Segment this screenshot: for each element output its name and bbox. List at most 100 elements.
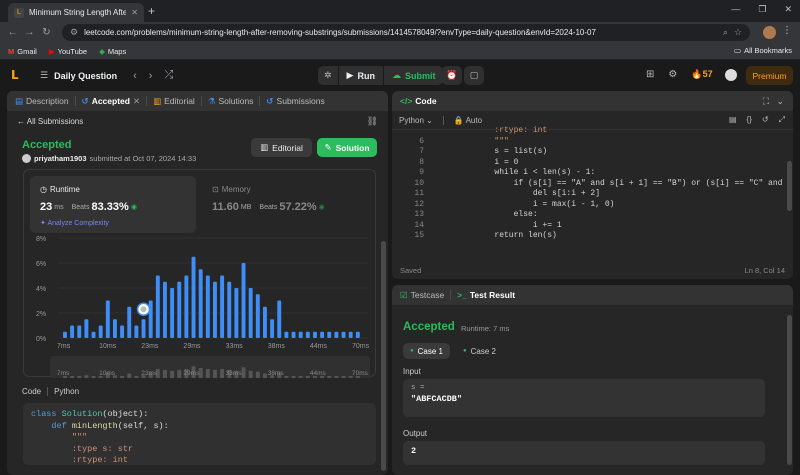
tab-test-result[interactable]: >_ Test Result xyxy=(457,290,515,300)
case-1-tab[interactable]: ● Case 1 xyxy=(403,343,450,359)
streak-counter[interactable]: 🔥57 xyxy=(691,69,712,80)
address-bar-row: ← → ↻ ⚙ leetcode.com/problems/minimum-st… xyxy=(0,22,800,43)
code-line: """ xyxy=(71,432,88,442)
mini-bar xyxy=(91,376,96,378)
bookmark-maps[interactable]: ◆ Maps xyxy=(99,47,126,56)
code-line: class Solution(object): xyxy=(31,409,149,419)
all-bookmarks[interactable]: ▭ All Bookmarks xyxy=(734,46,792,55)
share-link-icon[interactable]: ⛓ xyxy=(367,116,378,127)
tab-accepted[interactable]: ↺ Accepted ✕ xyxy=(82,96,141,107)
layout-icon[interactable]: ⊞ xyxy=(646,69,654,80)
site-info-icon[interactable]: ⚙ xyxy=(70,27,78,38)
editor-scrollbar[interactable] xyxy=(787,161,792,211)
new-tab-icon[interactable]: + xyxy=(148,4,155,18)
test-result-panel: ☑ Testcase >_ Test Result Accepted Runtime… xyxy=(392,285,793,475)
url-field[interactable]: ⚙ leetcode.com/problems/minimum-string-l… xyxy=(62,24,750,41)
braces-icon[interactable]: {} xyxy=(747,115,752,125)
checkbox-icon: ☑ xyxy=(400,289,408,300)
submitted-code[interactable]: class Solution(object): def minLength(se… xyxy=(23,403,376,465)
prev-problem-icon[interactable]: ‹ xyxy=(133,70,137,82)
saved-status: Saved xyxy=(400,265,422,275)
chart-bar xyxy=(191,256,196,338)
bookmark-gmail[interactable]: M Gmail xyxy=(8,47,37,56)
auto-mode-toggle[interactable]: 🔒 Auto xyxy=(454,116,482,125)
username[interactable]: priyatham1903 xyxy=(34,154,87,163)
daily-question-label[interactable]: Daily Question xyxy=(54,71,117,81)
close-tab-icon[interactable]: ✕ xyxy=(133,96,140,107)
case-2-tab[interactable]: ● Case 2 xyxy=(456,343,503,359)
chart-bar xyxy=(141,319,146,338)
profile-avatar[interactable] xyxy=(763,26,776,39)
y-tick-label: 2% xyxy=(36,311,46,318)
close-window-icon[interactable]: ✕ xyxy=(784,4,792,15)
line-number: 9 xyxy=(419,168,424,177)
mini-bar xyxy=(163,369,167,378)
chart-bar xyxy=(348,331,353,338)
notes-button[interactable]: ▢ xyxy=(464,66,484,85)
zoom-icon[interactable]: ⌕ xyxy=(723,27,728,38)
chart-bar xyxy=(170,288,175,338)
bookmark-youtube[interactable]: ▶ YouTube xyxy=(49,47,87,56)
tab-editorial[interactable]: ▥ Editorial xyxy=(153,96,195,107)
mini-bar xyxy=(177,369,182,378)
shuffle-icon[interactable]: ⤮ xyxy=(164,69,173,82)
y-tick-label: 8% xyxy=(36,236,46,243)
leetcode-logo-icon[interactable]: ᒪ xyxy=(11,68,23,82)
browser-tab[interactable]: L Minimum String Length After R ✕ xyxy=(8,3,144,22)
debug-button[interactable]: ✲ xyxy=(318,66,338,85)
cloud-upload-icon: ☁ xyxy=(391,70,401,80)
mini-bar xyxy=(127,373,132,378)
tab-code[interactable]: </> Code xyxy=(400,96,437,106)
timer-button[interactable]: ⏰ xyxy=(442,66,462,85)
reset-icon[interactable]: ↺ xyxy=(762,115,769,125)
maximize-icon[interactable]: ❐ xyxy=(758,4,766,15)
submit-button[interactable]: ☁ Submit xyxy=(383,66,444,85)
list-icon[interactable]: ☰ xyxy=(40,70,48,81)
bookmark-star-icon[interactable]: ☆ xyxy=(734,27,742,38)
stats-box: ◷ Runtime 23 ms Beats 83.33% ◉ ✦ Analyze … xyxy=(23,169,377,378)
editor-status-bar: Saved Ln 8, Col 14 xyxy=(392,261,793,279)
fire-icon: 🔥 xyxy=(691,69,703,79)
note-icon[interactable]: ▤ xyxy=(729,115,737,125)
line-number: 15 xyxy=(414,231,424,240)
description-icon: ▤ xyxy=(15,95,24,106)
forward-icon[interactable]: → xyxy=(21,27,38,38)
collapse-panel-icon[interactable]: ⌄ xyxy=(776,96,784,107)
line-number: 12 xyxy=(414,199,424,209)
code-panel-tabs: </> Code xyxy=(392,91,793,111)
chart-bar xyxy=(205,275,210,338)
tab-submissions[interactable]: ↺ Submissions xyxy=(266,96,324,107)
chart-bar xyxy=(98,325,103,338)
premium-button[interactable]: Premium xyxy=(746,66,793,85)
user-avatar[interactable] xyxy=(725,69,737,81)
youtube-icon: ▶ xyxy=(48,46,55,56)
fullscreen-icon[interactable]: ⤢ xyxy=(779,115,785,125)
chart-bar xyxy=(248,288,253,338)
tab-solutions[interactable]: ⚗ Solutions xyxy=(208,96,254,107)
close-tab-icon[interactable]: ✕ xyxy=(131,8,138,17)
language-select[interactable]: Python ⌄ xyxy=(399,116,433,125)
minimize-icon[interactable]: — xyxy=(731,4,740,15)
tab-testcase[interactable]: ☑ Testcase xyxy=(400,290,444,301)
back-icon[interactable]: ← xyxy=(4,27,21,38)
all-submissions-link[interactable]: ← All Submissions xyxy=(17,117,83,126)
mini-bar xyxy=(298,376,303,378)
code-editor[interactable]: :rtype: int 6 """ 7 s = list(s) 8 i = 0 9 wh… xyxy=(392,126,793,260)
next-problem-icon[interactable]: › xyxy=(149,70,153,82)
settings-gear-icon[interactable]: ⚙ xyxy=(668,69,677,80)
leetcode-favicon-icon: L xyxy=(14,7,24,18)
tab-description[interactable]: ▤ Description xyxy=(15,96,69,107)
code-line: def minLength(self, s): xyxy=(31,420,169,431)
editor-code-line: :rtype: int xyxy=(456,126,548,135)
result-scrollbar[interactable] xyxy=(787,315,792,465)
run-button[interactable]: ▶ Run xyxy=(338,66,383,85)
left-scrollbar[interactable] xyxy=(381,241,386,471)
editorial-button[interactable]: ▥ Editorial xyxy=(251,138,312,157)
browser-menu-icon[interactable]: ⋮ xyxy=(782,25,792,36)
runtime-distribution-chart[interactable]: 8% 6% 4% 2% 0% 7ms 10ms 23ms 29ms 33ms 38ms 44ms 70m… xyxy=(24,170,377,378)
editor-code-line: if (s[i] == "A" and s[i + 1] == "B") or … xyxy=(513,178,793,188)
solution-button[interactable]: ✎ Solution xyxy=(317,138,377,157)
maximize-panel-icon[interactable]: ⛶ xyxy=(763,96,769,107)
reload-icon[interactable]: ↻ xyxy=(38,27,55,38)
lock-icon: 🔒 xyxy=(453,115,464,125)
